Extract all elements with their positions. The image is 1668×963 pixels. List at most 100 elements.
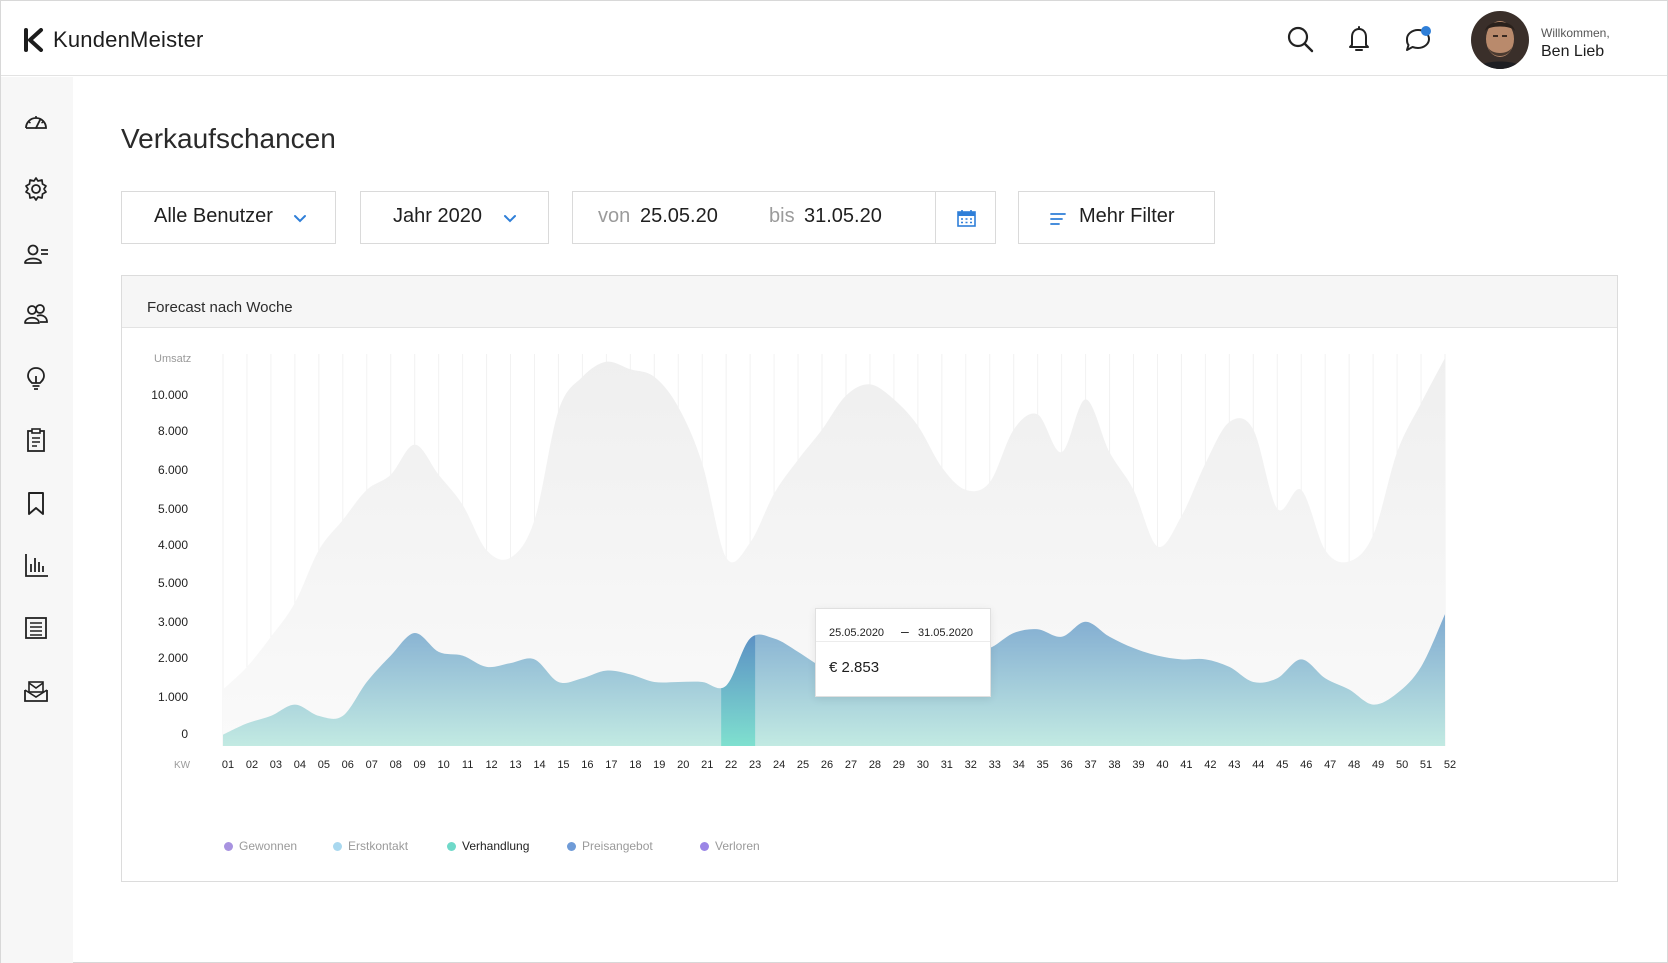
- legend-dot: [447, 841, 456, 851]
- x-tick-label: 25: [797, 759, 809, 771]
- tooltip-from-date: 25.05.2020: [829, 627, 885, 639]
- x-tick-label: 10: [438, 759, 450, 771]
- x-tick-label: 49: [1372, 759, 1384, 771]
- y-tick-label: 8.000: [158, 424, 188, 438]
- x-tick-label: 48: [1348, 759, 1360, 771]
- legend-dot: [224, 841, 233, 851]
- tooltip-dash: –: [901, 623, 909, 639]
- legend-item[interactable]: Preisangebot: [567, 839, 653, 853]
- y-tick-label: 5.000: [158, 502, 188, 516]
- x-tick-label: 32: [965, 759, 977, 771]
- y-tick-label: 5.000: [158, 576, 188, 590]
- x-tick-label: 33: [989, 759, 1001, 771]
- x-tick-label: 37: [1084, 759, 1096, 771]
- more-filters-label: Mehr Filter: [1079, 205, 1175, 227]
- ideas-icon[interactable]: [23, 365, 49, 391]
- tooltip-value: € 2.853: [829, 659, 880, 676]
- team-icon[interactable]: [23, 301, 49, 327]
- x-tick-label: 05: [318, 759, 330, 771]
- x-tick-label: 20: [677, 759, 689, 771]
- x-tick-label: 12: [485, 759, 497, 771]
- x-tick-label: 40: [1156, 759, 1168, 771]
- y-tick-label: 2.000: [158, 651, 188, 665]
- legend-item[interactable]: Gewonnen: [224, 839, 297, 853]
- y-tick-label: 0: [181, 727, 188, 741]
- forecast-chart: 0 1.000 2.000 3.000 5.000 4.000 5.000 6.000 8.00…: [151, 353, 1456, 771]
- mail-icon[interactable]: [23, 678, 49, 704]
- x-tick-label: 08: [390, 759, 402, 771]
- legend-item[interactable]: Erstkontakt: [333, 839, 408, 853]
- x-tick-label: 36: [1061, 759, 1073, 771]
- to-label: bis: [769, 205, 795, 227]
- more-filters-button[interactable]: Mehr Filter: [1018, 191, 1215, 244]
- year-dropdown[interactable]: Jahr 2020: [360, 191, 549, 244]
- date-range: von 25.05.20 bis 31.05.20: [572, 191, 996, 244]
- x-tick-label: 01: [222, 759, 234, 771]
- x-tick-label: 35: [1037, 759, 1049, 771]
- y-tick-label: 10.000: [151, 388, 188, 402]
- avatar-photo-icon: [1471, 11, 1529, 69]
- x-tick-label: 11: [462, 759, 473, 771]
- y-axis-label: Umsatz: [154, 353, 191, 365]
- chart-tooltip: 25.05.2020 – 31.05.2020 € 2.853: [815, 608, 991, 697]
- x-tick-label: 09: [414, 759, 426, 771]
- app-window: KundenMeister Willkommen, Ben Lieb Verka…: [0, 0, 1668, 963]
- notification-dot: [1421, 26, 1431, 36]
- x-tick-label: 04: [294, 759, 306, 771]
- y-tick-label: 1.000: [158, 690, 188, 704]
- dashboard-icon[interactable]: [23, 110, 49, 136]
- list-icon[interactable]: [23, 615, 49, 641]
- users-dropdown[interactable]: Alle Benutzer: [121, 191, 336, 244]
- x-tick-label: 41: [1180, 759, 1192, 771]
- bell-icon[interactable]: [1345, 25, 1373, 53]
- x-tick-label: 21: [701, 759, 713, 771]
- legend-item[interactable]: Verhandlung: [447, 839, 529, 853]
- x-tick-label: 28: [869, 759, 881, 771]
- x-tick-label: 31: [941, 759, 953, 771]
- x-tick-label: 38: [1108, 759, 1120, 771]
- reports-icon[interactable]: [23, 552, 49, 578]
- bookmark-icon[interactable]: [23, 490, 49, 516]
- calendar-button[interactable]: [935, 192, 996, 243]
- x-tick-label: 34: [1013, 759, 1025, 771]
- chat-icon[interactable]: [1404, 25, 1432, 53]
- welcome-block: Willkommen, Ben Lieb: [1541, 26, 1610, 61]
- x-tick-label: 26: [821, 759, 833, 771]
- from-date-input[interactable]: 25.05.20: [640, 205, 718, 228]
- x-tick-label: 06: [342, 759, 354, 771]
- x-tick-label: 14: [533, 759, 545, 771]
- x-tick-label: 02: [246, 759, 258, 771]
- chevron-down-icon: [504, 215, 516, 223]
- to-date-input[interactable]: 31.05.20: [804, 205, 882, 228]
- legend-label: Verhandlung: [462, 839, 530, 853]
- chevron-down-icon: [294, 215, 306, 223]
- clipboard-icon[interactable]: [23, 427, 49, 453]
- x-tick-label: 18: [629, 759, 641, 771]
- x-tick-label: 23: [749, 759, 761, 771]
- user-name[interactable]: Ben Lieb: [1541, 43, 1610, 61]
- legend-label: Preisangebot: [582, 839, 653, 853]
- from-label: von: [598, 205, 631, 227]
- x-tick-label: 42: [1204, 759, 1216, 771]
- contacts-icon[interactable]: [23, 241, 49, 267]
- legend-label: Gewonnen: [239, 839, 298, 853]
- search-icon[interactable]: [1286, 25, 1314, 53]
- year-dropdown-value: Jahr 2020: [393, 205, 482, 227]
- x-tick-label: 45: [1276, 759, 1288, 771]
- legend-item[interactable]: Verloren: [700, 839, 760, 853]
- legend-dot: [333, 841, 342, 851]
- x-tick-label: 07: [366, 759, 378, 771]
- x-tick-label: 16: [581, 759, 593, 771]
- logo[interactable]: KundenMeister: [23, 27, 204, 53]
- avatar[interactable]: [1471, 11, 1529, 69]
- settings-icon[interactable]: [23, 176, 49, 202]
- top-header: KundenMeister Willkommen, Ben Lieb: [1, 1, 1667, 76]
- x-tick-label: 30: [917, 759, 929, 771]
- tooltip-to-date: 31.05.2020: [918, 627, 974, 639]
- x-tick-label: 03: [270, 759, 282, 771]
- x-tick-label: 29: [893, 759, 905, 771]
- page-title: Verkaufschancen: [121, 123, 336, 154]
- x-tick-label: 39: [1132, 759, 1144, 771]
- x-tick-label: 52: [1444, 759, 1456, 771]
- filter-lines-icon: [1050, 213, 1066, 225]
